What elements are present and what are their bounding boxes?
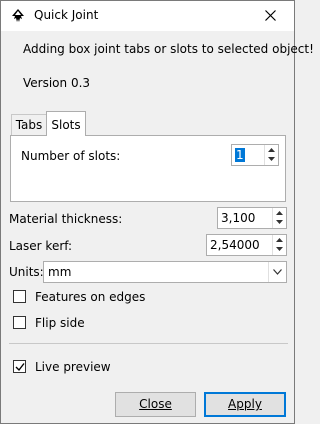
flip-side-label[interactable]: Flip side <box>35 316 85 330</box>
units-dropdown[interactable]: mm <box>43 261 287 283</box>
number-of-slots-input[interactable]: 1 <box>232 145 245 165</box>
chevron-down-icon <box>273 269 282 275</box>
apply-button-label: Apply <box>228 397 262 411</box>
material-thickness-spinbox[interactable]: 3,100 <box>217 207 287 229</box>
tab-tabs[interactable]: Tabs <box>11 114 47 135</box>
chevron-down-icon <box>268 157 275 161</box>
flip-side-checkbox[interactable] <box>13 316 26 329</box>
spin-down-button[interactable] <box>265 155 278 165</box>
dropdown-arrow[interactable] <box>268 262 286 282</box>
laser-kerf-spinbox[interactable]: 2,54000 <box>206 234 287 256</box>
separator <box>9 343 288 344</box>
close-window-button[interactable] <box>248 1 294 31</box>
live-preview-label[interactable]: Live preview <box>35 360 111 374</box>
spin-down-button[interactable] <box>273 245 286 255</box>
laser-kerf-input[interactable]: 2,54000 <box>207 235 260 255</box>
inkscape-icon <box>10 8 26 24</box>
number-of-slots-spinbox[interactable]: 1 <box>231 144 279 166</box>
chevron-up-icon <box>276 238 283 242</box>
spin-up-button[interactable] <box>265 145 278 155</box>
chevron-up-icon <box>268 148 275 152</box>
description-text: Adding box joint tabs or slots to select… <box>23 42 314 56</box>
tab-slots[interactable]: Slots <box>46 111 86 136</box>
units-selected-value: mm <box>48 265 72 279</box>
chevron-up-icon <box>276 211 283 215</box>
close-button[interactable]: Close <box>115 392 196 417</box>
units-label: Units: <box>9 265 44 279</box>
apply-button[interactable]: Apply <box>204 392 286 417</box>
spin-up-button[interactable] <box>273 208 286 218</box>
dialog-window: Quick Joint Adding box joint tabs or slo… <box>0 0 314 424</box>
material-thickness-input[interactable]: 3,100 <box>218 208 255 228</box>
features-on-edges-label[interactable]: Features on edges <box>35 290 145 304</box>
version-text: Version 0.3 <box>23 76 91 90</box>
laser-kerf-label: Laser kerf: <box>9 239 73 253</box>
features-on-edges-checkbox[interactable] <box>13 290 26 303</box>
spin-up-button[interactable] <box>273 235 286 245</box>
number-of-slots-label: Number of slots: <box>21 149 121 163</box>
check-icon <box>15 363 25 372</box>
spin-down-button[interactable] <box>273 218 286 228</box>
material-thickness-label: Material thickness: <box>9 212 123 226</box>
title-bar: Quick Joint <box>1 1 294 31</box>
window-title: Quick Joint <box>34 8 99 22</box>
close-icon <box>265 10 276 21</box>
live-preview-checkbox[interactable] <box>13 360 26 373</box>
close-button-label: Close <box>139 397 172 411</box>
chevron-down-icon <box>276 220 283 224</box>
chevron-down-icon <box>276 247 283 251</box>
